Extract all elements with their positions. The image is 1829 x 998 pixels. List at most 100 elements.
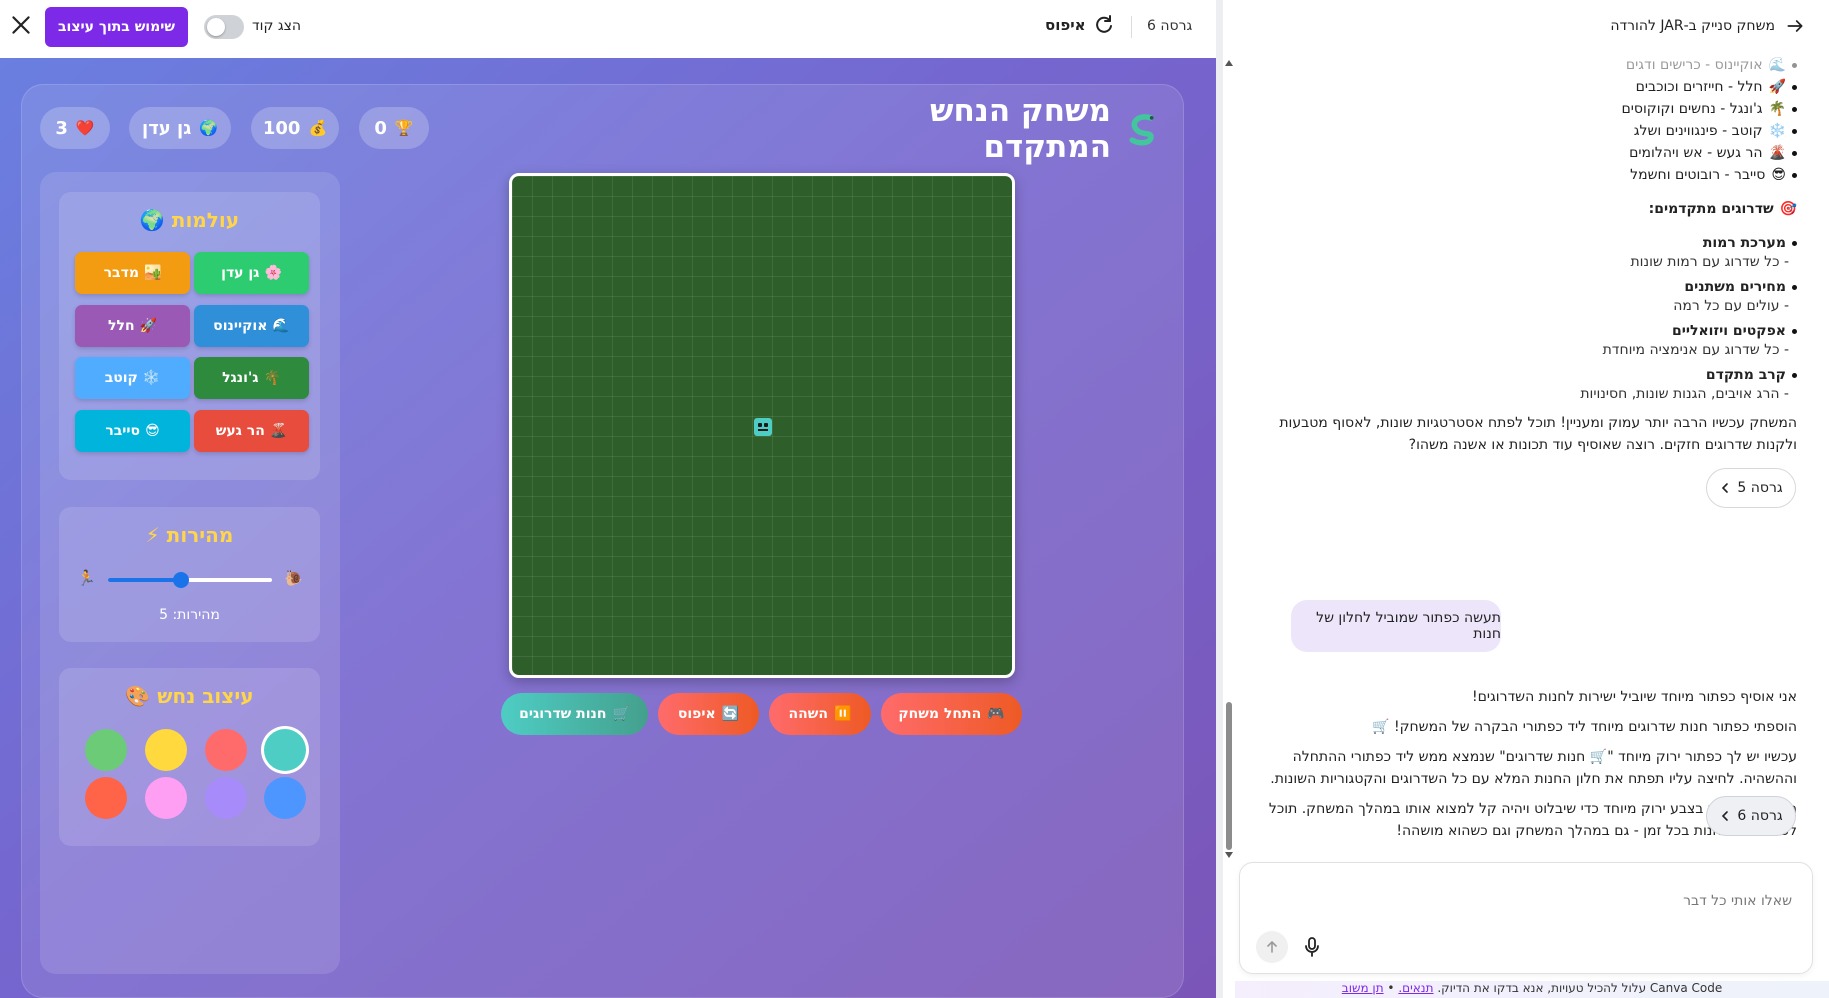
world-emoji-icon: ❄️: [1768, 123, 1786, 139]
list-item-text: קוטב - פינגווינים ושלג: [1633, 123, 1763, 139]
globe-icon: 🌍: [139, 208, 165, 232]
reset-button[interactable]: איפוס: [1045, 13, 1116, 37]
world-button[interactable]: 🌋 הר געש: [194, 410, 309, 452]
world-button[interactable]: 🏜️ מדבר: [75, 252, 190, 294]
running-icon: 🏃: [77, 569, 96, 587]
gamepad-icon: 🎮: [987, 706, 1005, 722]
snake-eye-left: [758, 423, 762, 427]
world-button-label: מדבר: [103, 265, 139, 281]
reset-label: איפוס: [1045, 16, 1086, 34]
world-button[interactable]: ❄️ קוטב: [75, 357, 190, 399]
color-swatch[interactable]: [145, 729, 187, 771]
lightning-icon: ⚡: [145, 523, 160, 547]
preview-panel: שימוש בתוך עיצוב הצג קוד איפוס גרסה 6 מש…: [0, 0, 1216, 998]
version-5-button[interactable]: גרסה 5: [1706, 468, 1796, 508]
chat-messages: 🌊 אוקיינוס - כרישים ודגים 🚀 חלל - חייזרים ו…: [1235, 57, 1829, 858]
world-button-label: ג'ונגל: [222, 370, 259, 386]
list-item: ❄️ קוטב - פינגווינים ושלג: [1634, 120, 1797, 142]
list-item: 🌊 אוקיינוס - כרישים ודגים: [1626, 54, 1797, 76]
world-button[interactable]: 🌸 גן עדן: [194, 252, 309, 294]
trophy-icon: 🏆: [394, 119, 414, 137]
upgrade-title: מערכת רמות: [1702, 235, 1786, 251]
game-reset-button[interactable]: 🔄 איפוס: [658, 693, 759, 735]
world-button-label: חלל: [108, 318, 135, 334]
scroll-up-icon[interactable]: [1225, 60, 1233, 66]
list-item-text: אוקיינוס - כרישים ודגים: [1625, 57, 1763, 73]
color-swatch[interactable]: [205, 729, 247, 771]
speed-title-text: מהירות: [166, 523, 234, 547]
coins-badge: 100 💰: [251, 107, 339, 149]
world-button[interactable]: 🌴 ג'ונגל: [194, 357, 309, 399]
chat-input[interactable]: [1272, 889, 1792, 913]
arrow-right-icon[interactable]: [1785, 16, 1805, 36]
game-title-text: משחק הנחש המתקדם: [929, 93, 1111, 165]
terms-link[interactable]: תנאים.: [1398, 981, 1433, 995]
chat-title: משחק סנייק ב-JAR להורדה: [1610, 18, 1775, 34]
show-code-label: הצג קוד: [252, 18, 302, 34]
palette-icon: 🎨: [125, 684, 151, 708]
world-emoji-icon: 🌴: [263, 370, 281, 386]
scrollbar-thumb[interactable]: [1226, 702, 1232, 850]
world-emoji-icon: 🌊: [1768, 57, 1786, 73]
list-item: 😎 סייבר - רובוטים וחשמל: [1630, 164, 1797, 186]
start-game-button[interactable]: 🎮 התחל משחק: [881, 693, 1022, 735]
preview-toolbar: שימוש בתוך עיצוב הצג קוד איפוס גרסה 6: [0, 0, 1216, 58]
shop-button-label: חנות שדרוגים: [519, 706, 607, 722]
color-swatch[interactable]: [205, 777, 247, 819]
upgrades-heading: 🎯 שדרוגים מתקדמים:: [1649, 198, 1797, 220]
upgrade-title: קרב מתקדם: [1705, 367, 1786, 383]
panel-divider[interactable]: [1216, 0, 1223, 998]
scroll-down-icon[interactable]: [1225, 852, 1233, 858]
upgrade-title: אפקטים ויזואליים: [1672, 323, 1786, 339]
list-item: 🌋 הר געש - אש ויהלומים: [1629, 142, 1797, 164]
chat-scrollbar[interactable]: [1223, 0, 1235, 998]
bullet-icon: [1792, 128, 1797, 134]
microphone-icon[interactable]: [1300, 935, 1324, 959]
world-emoji-icon: 🚀: [1768, 79, 1786, 95]
lives-badge: 3 ❤️: [40, 107, 110, 149]
world-badge: גן עדן 🌍: [129, 107, 231, 149]
pause-button[interactable]: ⏸️ השהה: [769, 693, 871, 735]
worlds-title: עולמות 🌍: [59, 208, 320, 232]
close-icon[interactable]: [8, 12, 34, 38]
snake-eye-right: [764, 423, 768, 427]
show-code-toggle[interactable]: [204, 15, 244, 39]
world-button[interactable]: 🌊 אוקיינוס: [194, 305, 309, 347]
send-button[interactable]: [1256, 931, 1288, 963]
upgrade-description: - כל שדרוג עם אנימציה מיוחדת: [1602, 342, 1789, 358]
cart-icon: 🛒: [612, 706, 630, 722]
upgrades-heading-text: שדרוגים מתקדמים:: [1648, 201, 1774, 217]
coins-value: 100: [262, 117, 301, 139]
version-6-label: גרסה 6: [1737, 808, 1783, 824]
color-swatch[interactable]: [145, 777, 187, 819]
feedback-link[interactable]: תן משוב: [1342, 981, 1384, 995]
world-button[interactable]: 🚀 חלל: [75, 305, 190, 347]
speed-slider-thumb[interactable]: [172, 572, 189, 588]
chat-footer: Canva Code עלול להכיל טעויות, אנא בדקו א…: [1235, 981, 1829, 998]
list-item-text: הר געש - אש ויהלומים: [1629, 145, 1763, 161]
bullet-icon: [1792, 328, 1797, 334]
shop-button[interactable]: 🛒 חנות שדרוגים: [501, 693, 648, 735]
speed-slider[interactable]: [108, 572, 272, 588]
footer-separator: •: [1383, 981, 1395, 995]
snake-head: [754, 418, 772, 436]
use-in-design-button[interactable]: שימוש בתוך עיצוב: [45, 7, 188, 47]
list-item-text: חלל - חייזרים וכוכבים: [1635, 79, 1763, 95]
pause-icon: ⏸️: [834, 706, 852, 722]
world-emoji-icon: 😎: [1771, 167, 1786, 183]
bullet-icon: [1792, 372, 1797, 378]
reply-line-3a: עכשיו יש לך כפתור ירוק מיוחד "🛒 חנות שדר…: [1292, 749, 1797, 765]
world-button[interactable]: 😎 סייבר: [75, 410, 190, 452]
upgrade-title: מחירים משתנים: [1684, 279, 1786, 295]
world-button-label: גן עדן: [221, 265, 260, 281]
color-swatch[interactable]: [85, 729, 127, 771]
version-6-button[interactable]: גרסה 6: [1706, 796, 1796, 836]
color-swatch[interactable]: [264, 729, 306, 771]
version-5-label: גרסה 5: [1737, 480, 1783, 496]
game-board[interactable]: [509, 173, 1015, 678]
summary-line-1: המשחק עכשיו הרבה יותר עמוק ומעניין! תוכל…: [1279, 415, 1797, 431]
color-swatch[interactable]: [264, 777, 306, 819]
user-message: תעשה כפתור שמוביל לחלון של חנות: [1291, 600, 1501, 652]
color-swatch[interactable]: [85, 777, 127, 819]
toolbar-divider: [1131, 16, 1132, 38]
